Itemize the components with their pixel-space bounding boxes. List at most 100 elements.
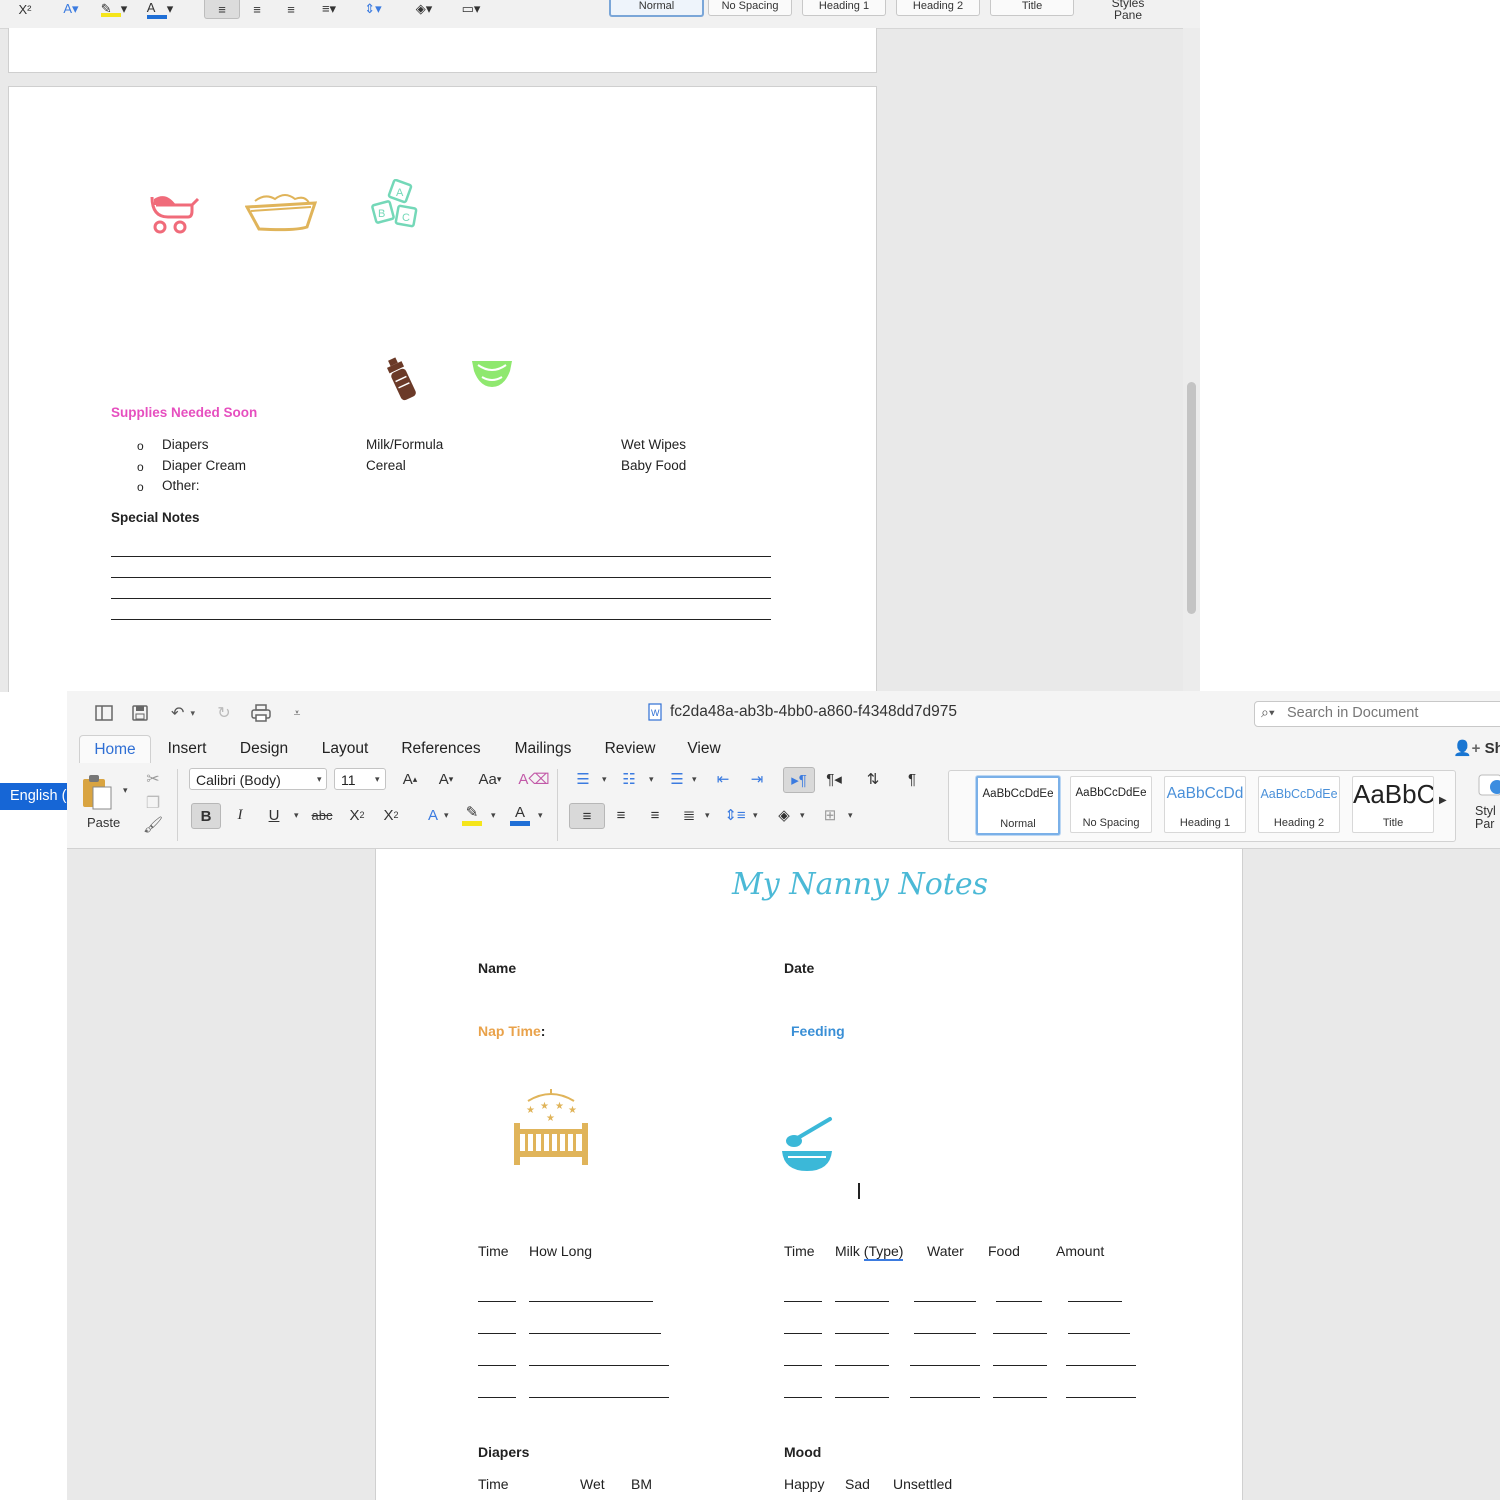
save-icon[interactable] [129,703,151,723]
bullets-icon[interactable]: ☰ [569,767,597,791]
line-spacing-dropdown-arrow[interactable]: ▾ [753,810,758,821]
style-heading-1[interactable]: AaBbCcDd Heading 1 [1164,776,1246,833]
font-color-dropdown-arrow[interactable]: ▾ [538,810,543,821]
fill-in-line [478,1397,516,1398]
multilevel-dropdown-arrow[interactable]: ▾ [692,774,697,785]
style-title[interactable]: Title [990,0,1074,16]
share-button[interactable]: 👤+ Sha [1453,739,1500,757]
borders-button[interactable]: ▭▾ [450,0,492,18]
align-right-icon[interactable]: ≡ [641,803,669,827]
grow-font-button[interactable]: A ▴ [395,767,425,791]
text-effects-icon[interactable]: A [419,803,447,827]
font-size-dropdown-arrow[interactable]: ▾ [375,774,380,785]
highlight-button[interactable]: ✎ ▾ [94,0,134,18]
superscript-button[interactable]: X2 [377,803,405,827]
highlight-dropdown-arrow[interactable]: ▾ [491,810,496,821]
subscript-button[interactable]: X2 [343,803,371,827]
style-normal[interactable]: Normal [609,0,704,17]
undo-icon[interactable]: ↶ ▾ [163,703,203,723]
style-no-spacing[interactable]: No Spacing [708,0,792,16]
styles-pane-icon[interactable] [1477,773,1500,796]
borders-dropdown-arrow[interactable]: ▾ [848,810,853,821]
print-icon[interactable] [249,703,273,723]
tab-view[interactable]: View [681,735,727,763]
fill-in-line [478,1301,516,1302]
sidebar-toggle-icon[interactable] [93,703,115,723]
tab-insert[interactable]: Insert [159,735,215,763]
justify-button[interactable]: ≡▾ [312,0,346,18]
tab-mailings[interactable]: Mailings [507,735,579,763]
increase-indent-icon[interactable]: ⇥ [743,767,771,791]
font-color-icon[interactable]: A [507,803,533,827]
line-spacing-icon[interactable]: ⇕≡ [721,803,749,827]
rtl-paragraph-icon[interactable]: ¶◂ [819,767,849,791]
decrease-indent-icon[interactable]: ⇤ [709,767,737,791]
copy-icon[interactable]: ❐ [143,793,163,813]
document-title: My Nanny Notes [732,867,988,902]
style-no-spacing[interactable]: AaBbCcDdEe No Spacing [1070,776,1152,833]
style-heading-2[interactable]: Heading 2 [896,0,980,16]
style-normal[interactable]: AaBbCcDdEe Normal [976,776,1060,835]
diaper-icon [472,361,512,387]
style-heading-1[interactable]: Heading 1 [802,0,886,16]
numbering-dropdown-arrow[interactable]: ▾ [649,774,654,785]
tab-layout[interactable]: Layout [315,735,375,763]
text-effects-button[interactable]: A▾ [54,0,88,18]
tab-review[interactable]: Review [599,735,661,763]
align-left-button[interactable]: ≡ [204,0,240,19]
supply-item: Wet Wipes [621,437,687,452]
change-case-button[interactable]: Aa ▾ [469,767,511,791]
tab-design[interactable]: Design [233,735,295,763]
style-sample: AaBbCcDdEe [982,788,1054,800]
cut-icon[interactable]: ✂ [143,769,163,789]
format-painter-icon[interactable]: 🖌 [143,815,163,835]
shrink-font-button[interactable]: A ▾ [431,767,461,791]
underline-button[interactable]: U [261,803,287,827]
paste-dropdown-arrow[interactable]: ▾ [123,785,128,796]
align-center-button[interactable]: ≡ [244,0,270,18]
redo-icon[interactable]: ↻ [213,703,235,723]
styles-pane-button[interactable]: Styles Pane [1108,0,1148,21]
justify-icon[interactable]: ≣ [675,803,703,827]
strikethrough-button[interactable]: abc [307,803,337,827]
multilevel-list-icon[interactable]: ☰ [663,767,691,791]
align-left-icon[interactable]: ≡ [569,803,605,829]
borders-icon[interactable]: ⊞ [817,803,843,827]
search-box[interactable]: ⌕▾ Search in Document [1254,701,1500,727]
text-effects-dropdown-arrow[interactable]: ▾ [444,810,449,821]
styles-next-arrow[interactable]: ▶ [1439,795,1447,806]
justify-dropdown-arrow[interactable]: ▾ [705,810,710,821]
underline-dropdown-arrow[interactable]: ▾ [294,810,299,821]
tab-references[interactable]: References [395,735,487,763]
highlight-color-icon[interactable]: ✎ [459,803,485,827]
shading-dropdown-arrow[interactable]: ▾ [800,810,805,821]
line-spacing-button[interactable]: ⇕▾ [355,0,391,18]
fill-in-line [1068,1301,1122,1302]
tab-home[interactable]: Home [79,735,151,764]
input-language-badge[interactable]: English ( [0,783,67,810]
clear-formatting-icon[interactable]: A⌫ [518,767,549,791]
styles-pane-label[interactable]: Styl Par [1475,805,1500,831]
bold-button[interactable]: B [191,803,221,829]
superscript-button[interactable]: X² [12,0,38,18]
paste-icon[interactable] [81,773,117,811]
align-right-button[interactable]: ≡ [278,0,304,18]
font-color-button[interactable]: A ▾ [140,0,180,19]
align-center-icon[interactable]: ≡ [607,803,635,827]
sort-icon[interactable]: ⇅ [859,767,887,791]
milk-label: Milk [835,1243,860,1259]
customize-toolbar-icon[interactable]: ⩡ [287,703,307,723]
font-name-select[interactable]: Calibri (Body) [189,768,327,790]
style-heading-2[interactable]: AaBbCcDdEe Heading 2 [1258,776,1340,833]
vertical-scrollbar[interactable] [1187,382,1196,614]
style-title[interactable]: AaBbC Title [1352,776,1434,833]
numbering-icon[interactable]: ☷ [615,767,643,791]
italic-button[interactable]: I [227,803,253,827]
shading-button[interactable]: ◈▾ [404,0,444,18]
ltr-paragraph-icon[interactable]: ▸¶ [783,767,815,793]
font-name-dropdown-arrow[interactable]: ▾ [317,774,322,785]
shading-icon[interactable]: ◈ [771,803,797,827]
bullets-dropdown-arrow[interactable]: ▾ [602,774,607,785]
svg-text:★: ★ [555,1101,564,1112]
show-formatting-icon[interactable]: ¶ [899,767,925,791]
